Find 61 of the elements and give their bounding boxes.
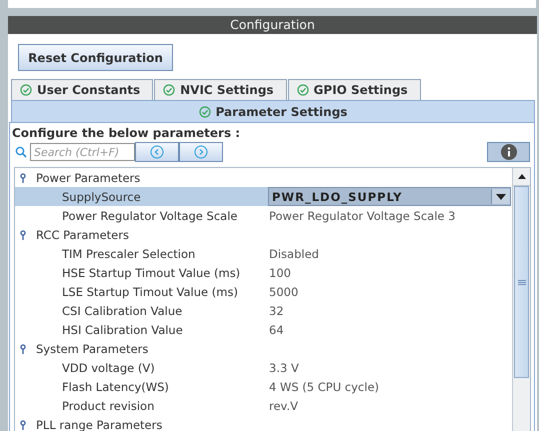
parameter-row[interactable]: SupplySource PWR_LDO_SUPPLY (15, 187, 512, 206)
reset-configuration-button[interactable]: Reset Configuration (18, 44, 173, 71)
pin-icon (20, 172, 26, 182)
parameter-value: Power Regulator Voltage Scale 3 (268, 208, 456, 222)
pin-icon (20, 230, 26, 240)
scrollbar[interactable] (512, 168, 530, 431)
parameter-value: 4 WS (5 CPU cycle) (268, 380, 380, 394)
group-label[interactable]: PLL range Parameters (36, 418, 162, 431)
up-arrow-icon (518, 174, 526, 179)
next-button[interactable] (179, 142, 223, 162)
grip-icon (518, 280, 526, 284)
panel-title: Configuration (8, 16, 537, 34)
parameter-value: 5000 (268, 284, 298, 298)
left-chevron-icon (150, 145, 164, 159)
settings-tab[interactable]: NVIC Settings (154, 79, 287, 100)
parameter-name: Power Regulator Voltage Scale (61, 208, 238, 222)
check-circle-icon (20, 84, 32, 96)
right-chevron-icon (194, 145, 208, 159)
parameter-row[interactable]: CSI Calibration Value 32 (15, 301, 512, 320)
search-icon (15, 146, 27, 158)
parameter-value: 100 (268, 266, 291, 280)
section-heading: Configure the below parameters : (11, 125, 242, 142)
parameter-row[interactable]: TIM Prescaler Selection Disabled (15, 244, 512, 263)
parameter-row[interactable]: HSI Calibration Value 64 (15, 320, 512, 339)
info-icon (500, 144, 516, 160)
parameter-name: VDD voltage (V) (61, 360, 156, 374)
parameter-name: CSI Calibration Value (61, 304, 184, 318)
search-field[interactable]: Search (Ctrl+F) (30, 143, 135, 161)
check-circle-icon (296, 84, 309, 96)
parameter-row[interactable]: LSE Startup Timout Value (ms) 5000 (15, 282, 512, 301)
parameter-name: HSE Startup Timout Value (ms) (61, 266, 242, 280)
parameter-row[interactable]: Flash Latency(WS) 4 WS (5 CPU cycle) (15, 377, 512, 396)
parameter-name: Flash Latency(WS) (61, 380, 170, 394)
check-circle-icon (198, 106, 211, 118)
value-dropdown[interactable]: PWR_LDO_SUPPLY (268, 187, 511, 206)
parameter-value: 3.3 V (268, 360, 299, 374)
info-button[interactable] (487, 142, 530, 162)
parameter-row[interactable]: Power Regulator Voltage Scale Power Regulator Voltage Scale 3 (15, 206, 512, 225)
settings-tab[interactable]: User Constants (11, 79, 154, 100)
settings-tab[interactable]: GPIO Settings (288, 79, 421, 100)
parameter-value: Disabled (268, 246, 319, 260)
parameter-name: HSI Calibration Value (61, 322, 184, 336)
check-circle-icon (163, 84, 176, 96)
parameter-row[interactable]: HSE Startup Timout Value (ms) 100 (15, 263, 512, 282)
caret-icon (496, 194, 506, 200)
group-label[interactable]: System Parameters (36, 342, 148, 356)
parameter-value: 64 (268, 322, 284, 336)
parameter-row[interactable]: Product revision rev.V (15, 396, 512, 415)
parameter-value: rev.V (268, 398, 298, 412)
parameter-name: TIM Prescaler Selection (61, 246, 196, 260)
group-label[interactable]: Power Parameters (36, 170, 140, 184)
pin-icon (20, 420, 26, 430)
parameter-name: SupplySource (15, 187, 268, 206)
parameter-row[interactable]: VDD voltage (V) 3.3 V (15, 358, 512, 377)
settings-tab[interactable]: Parameter Settings (11, 100, 535, 122)
parameter-name: LSE Startup Timout Value (ms) (61, 284, 239, 298)
parameter-name: Product revision (61, 398, 156, 412)
parameter-value: 32 (268, 304, 284, 318)
group-label[interactable]: RCC Parameters (36, 228, 129, 242)
pin-icon (20, 344, 26, 354)
previous-button[interactable] (135, 142, 179, 162)
